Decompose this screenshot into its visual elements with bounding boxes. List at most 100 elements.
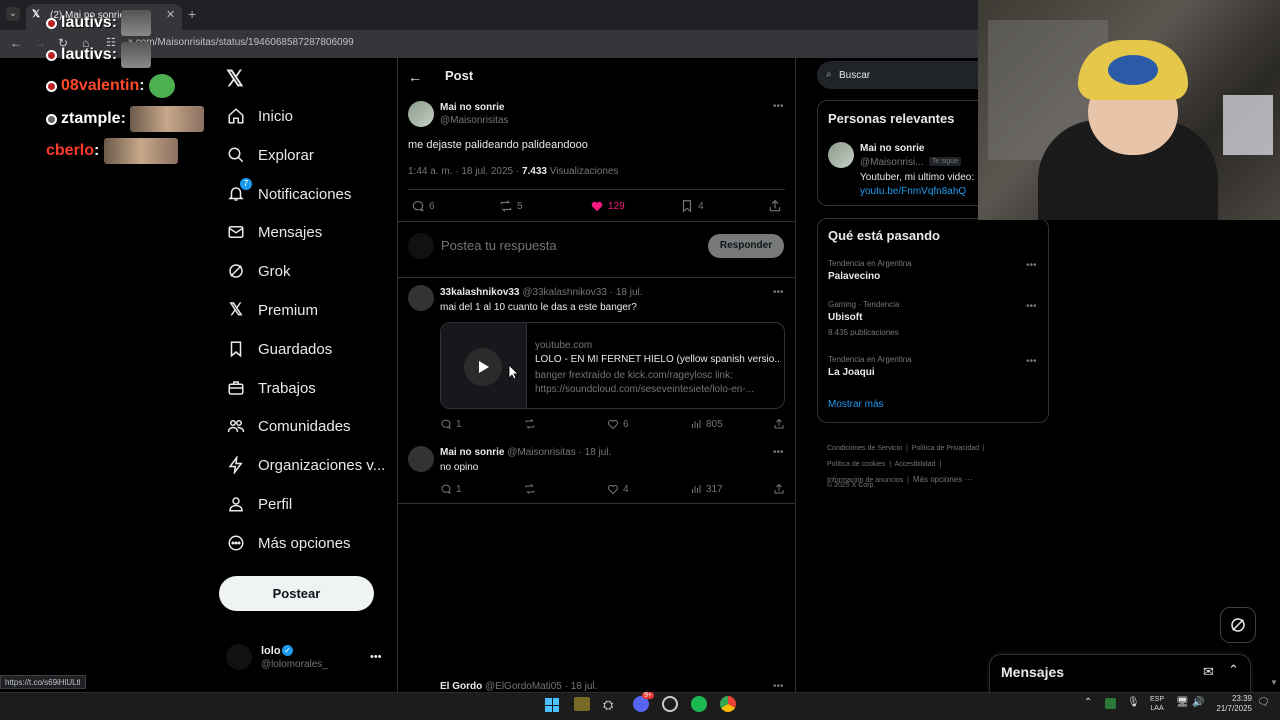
share-button[interactable] bbox=[773, 418, 789, 430]
nav-item-jobs[interactable]: Trabajos bbox=[226, 369, 316, 407]
relevant-link[interactable]: youtu.be/FnmVqfn8ahQ bbox=[860, 186, 966, 197]
nav-item-messages[interactable]: Mensajes bbox=[226, 213, 322, 251]
trend-more-icon[interactable]: ••• bbox=[1026, 301, 1037, 312]
keyboard-layout: LAA bbox=[1150, 705, 1164, 712]
network-icon[interactable]: 🖥 bbox=[1176, 697, 1189, 708]
footer-link[interactable]: Más opciones ··· bbox=[913, 475, 973, 484]
post-handle[interactable]: @Maisonrisitas bbox=[440, 115, 509, 126]
x-logo-icon[interactable]: 𝕏 bbox=[226, 66, 244, 92]
reply-input[interactable]: Postea tu respuesta bbox=[441, 238, 557, 253]
trend-more-icon[interactable]: ••• bbox=[1026, 356, 1037, 367]
close-tab-icon[interactable]: ✕ bbox=[166, 8, 175, 21]
volume-icon[interactable]: 🔊 bbox=[1192, 697, 1204, 708]
nav-item-bookmarks[interactable]: Guardados bbox=[226, 330, 332, 368]
reply-handle[interactable]: @33kalashnikov33 · 18 jul. bbox=[522, 287, 642, 298]
repost-button[interactable] bbox=[524, 483, 540, 495]
nav-item-explore[interactable]: Explorar bbox=[226, 136, 314, 174]
url-text[interactable]: x.com/Maisonrisitas/status/1946068587287… bbox=[128, 37, 354, 48]
heart-icon bbox=[608, 485, 618, 495]
reply-more-icon[interactable]: ••• bbox=[773, 681, 784, 692]
account-name[interactable]: lolo bbox=[261, 645, 281, 657]
reply-handle[interactable]: @Maisonrisitas · 18 jul. bbox=[507, 447, 611, 458]
expand-icon[interactable]: ⌃ bbox=[1228, 662, 1239, 678]
emote-icon bbox=[130, 106, 205, 132]
notification-center-icon[interactable]: 🗨 bbox=[1257, 697, 1270, 708]
trend-more-icon[interactable]: ••• bbox=[1026, 260, 1037, 271]
nav-item-notifications[interactable]: 7 Notificaciones bbox=[226, 175, 351, 213]
reply-button[interactable]: 1 bbox=[440, 418, 462, 430]
search-input[interactable]: Buscar bbox=[817, 61, 992, 89]
reply-submit-button[interactable]: Responder bbox=[708, 234, 784, 258]
nav-item-premium[interactable]: 𝕏 Premium bbox=[226, 291, 318, 329]
back-arrow-icon[interactable]: ← bbox=[408, 69, 422, 85]
nav-item-profile[interactable]: Perfil bbox=[226, 485, 292, 523]
relevant-handle[interactable]: @Maisonrisi... bbox=[860, 157, 924, 168]
nav-item-organizations[interactable]: Organizaciones v... bbox=[226, 446, 385, 484]
share-button[interactable] bbox=[773, 483, 789, 495]
reply-author[interactable]: Mai no sonrie bbox=[440, 447, 504, 458]
tab-search-dropdown[interactable]: ⌄ bbox=[6, 7, 20, 21]
post-more-icon[interactable]: ••• bbox=[773, 101, 784, 112]
reply-author[interactable]: 33kalashnikov33 bbox=[440, 287, 520, 298]
avatar[interactable] bbox=[408, 285, 434, 311]
avatar[interactable] bbox=[408, 101, 434, 127]
nav-item-home[interactable]: Inicio bbox=[226, 97, 293, 135]
post-views-label: Visualizaciones bbox=[549, 166, 619, 177]
like-button[interactable]: 4 bbox=[607, 483, 629, 495]
reply-button[interactable]: 1 bbox=[440, 483, 462, 495]
views-button[interactable]: 317 bbox=[690, 483, 723, 495]
clock[interactable]: 23:39 21/7/2025 bbox=[1210, 694, 1252, 714]
footer-link[interactable]: Política de Privacidad bbox=[912, 445, 979, 452]
windows-start-icon[interactable] bbox=[545, 698, 559, 712]
reply-more-icon[interactable]: ••• bbox=[773, 447, 784, 458]
post-author[interactable]: Mai no sonrie bbox=[440, 102, 504, 113]
file-explorer-icon[interactable] bbox=[574, 697, 590, 711]
repost-button[interactable]: 5 bbox=[499, 199, 523, 213]
footer-link[interactable]: Accesibilidad bbox=[895, 461, 936, 468]
nav-item-communities[interactable]: Comunidades bbox=[226, 407, 351, 445]
play-icon[interactable] bbox=[464, 348, 502, 386]
link-card[interactable]: youtube.com LOLO - EN MI FERNET HIELO (y… bbox=[440, 322, 785, 409]
microphone-icon[interactable]: 🎙 bbox=[1127, 697, 1140, 708]
spotify-icon[interactable] bbox=[691, 696, 707, 712]
back-arrow-icon[interactable]: ← bbox=[10, 36, 22, 50]
reply-author[interactable]: El Gordo bbox=[440, 681, 482, 692]
show-more-link[interactable]: Mostrar más bbox=[828, 399, 884, 410]
bookmark-icon bbox=[682, 200, 692, 213]
account-more-icon[interactable]: ••• bbox=[370, 651, 382, 663]
obs-icon[interactable] bbox=[662, 696, 678, 712]
nav-label: Guardados bbox=[258, 340, 333, 358]
views-button[interactable]: 805 bbox=[690, 418, 723, 430]
repost-button[interactable] bbox=[524, 418, 540, 430]
reply-handle[interactable]: @ElGordoMati05 · 18 jul. bbox=[485, 681, 597, 692]
like-button[interactable]: 6 bbox=[607, 418, 629, 430]
footer-link[interactable]: Política de cookies bbox=[827, 461, 885, 468]
tray-app-icon[interactable] bbox=[1105, 698, 1116, 709]
avatar[interactable] bbox=[828, 142, 854, 168]
reply-button[interactable]: 6 bbox=[411, 199, 435, 213]
new-tab-icon[interactable]: + bbox=[188, 6, 196, 22]
share-button[interactable] bbox=[768, 199, 786, 213]
relevant-name[interactable]: Mai no sonrie bbox=[860, 143, 924, 154]
new-message-icon[interactable]: ✉ bbox=[1203, 664, 1214, 680]
nav-item-grok[interactable]: Grok bbox=[226, 252, 291, 290]
post-button[interactable]: Postear bbox=[219, 576, 374, 611]
bookmark-button[interactable]: 4 bbox=[680, 199, 704, 213]
steam-icon[interactable]: ⛭ bbox=[603, 697, 613, 713]
heart-icon bbox=[608, 420, 618, 430]
avatar[interactable] bbox=[408, 446, 434, 472]
scroll-down-icon[interactable]: ▼ bbox=[1270, 678, 1278, 687]
language-indicator[interactable]: ESP LAA bbox=[1150, 695, 1164, 713]
nav-item-more[interactable]: Más opciones bbox=[226, 524, 351, 562]
forward-arrow-icon[interactable]: → bbox=[34, 36, 46, 50]
tray-overflow-icon[interactable]: ⌃ bbox=[1084, 697, 1092, 708]
footer-link[interactable]: Condiciones de Servicio bbox=[827, 445, 902, 452]
chrome-icon[interactable] bbox=[720, 696, 736, 712]
reply-more-icon[interactable]: ••• bbox=[773, 287, 784, 298]
trend-name[interactable]: Palavecino bbox=[828, 271, 880, 282]
trend-name[interactable]: Ubisoft bbox=[828, 312, 862, 323]
grok-fab-button[interactable] bbox=[1220, 607, 1256, 643]
like-button[interactable]: 129 bbox=[590, 199, 625, 213]
account-avatar[interactable] bbox=[226, 644, 252, 670]
trend-name[interactable]: La Joaqui bbox=[828, 367, 875, 378]
